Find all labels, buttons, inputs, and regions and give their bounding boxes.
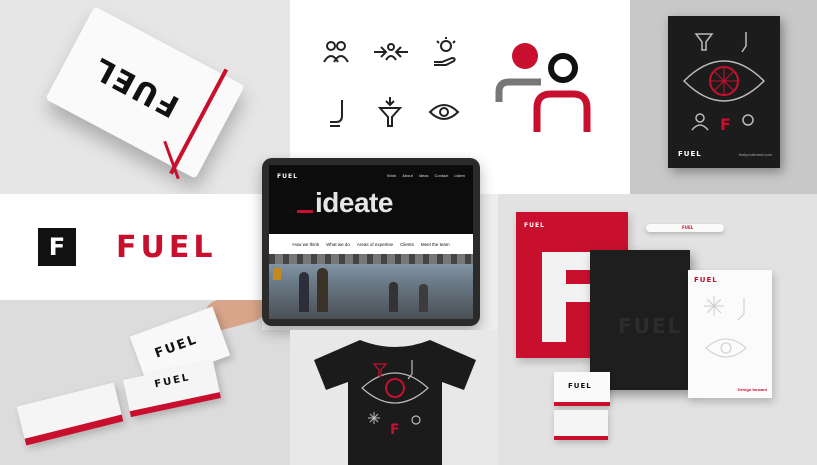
small-card-logo: FUEL (568, 382, 592, 390)
site-menu-item[interactable]: What we do (326, 242, 350, 247)
notebook: FUEL (45, 6, 245, 179)
business-card-held-logo: FUEL (152, 332, 200, 362)
site-menu: How we think What we do Areas of experti… (269, 234, 473, 254)
site-menu-item[interactable]: Meet the team (421, 242, 450, 247)
site-nav-item[interactable]: Ideas (419, 173, 429, 178)
idea-hand-icon (434, 37, 456, 66)
folder-logo: FUEL (524, 222, 545, 229)
pen: FUEL (646, 224, 724, 232)
pen-logo: FUEL (682, 225, 694, 230)
poster-tile: F FUEL fuelyourbrand.com (630, 0, 817, 194)
site-nav: Work About Ideas Contact Listen (387, 173, 465, 178)
tablet-screen: FUEL Work About Ideas Contact Listen ide… (269, 165, 473, 319)
site-nav-item[interactable]: Contact (435, 173, 449, 178)
site-menu-item[interactable]: Clients (400, 242, 414, 247)
notebook-tile: FUEL (0, 0, 290, 194)
tool-icon (330, 100, 343, 127)
business-cards-tile: FUEL FUEL (0, 300, 290, 465)
hero-accent (297, 210, 313, 213)
letterhead-footer: Design forward (737, 387, 767, 392)
funnel-icon (378, 97, 402, 127)
black-folder: FUEL (590, 250, 690, 390)
small-card-back (554, 410, 608, 440)
people-icon (323, 41, 349, 63)
svg-text:F: F (720, 115, 731, 134)
letterhead-logo: FUEL (694, 276, 718, 284)
notebook-band (169, 68, 229, 175)
letterhead-illustration (704, 296, 747, 358)
site-menu-item[interactable]: Areas of expertise (357, 242, 393, 247)
logo-mark: F (38, 228, 76, 266)
logo-mark-letter: F (48, 233, 66, 261)
people-pair-icon (495, 43, 591, 132)
brand-board: FUEL F FUEL fuelyourbrand.com F FUEL FUE… (0, 0, 817, 465)
site-logo: FUEL (277, 173, 298, 180)
site-photo (269, 254, 473, 319)
site-menu-item[interactable]: How we think (292, 242, 319, 247)
letterhead: FUEL Design forward (688, 270, 772, 398)
hero-word: ideate (315, 187, 393, 218)
stationery-tile: FUEL FUEL FUEL FUEL Design forward FUEL (498, 194, 817, 465)
eye-icon (428, 104, 460, 120)
tshirt-tile: F (290, 330, 498, 465)
notebook-cover-text: FUEL (86, 49, 186, 124)
logo-tile: F FUEL (0, 194, 262, 300)
tshirt-letter: F (390, 422, 400, 438)
site-nav-item[interactable]: Work (387, 173, 396, 178)
poster-footer: fuelyourbrand.com (738, 152, 772, 157)
black-folder-embossed-logo: FUEL (618, 314, 683, 338)
business-card-stack-2 (16, 382, 124, 446)
logo-wordmark: FUEL (116, 230, 217, 265)
business-card-stack-1: FUEL (123, 360, 221, 418)
tablet: FUEL Work About Ideas Contact Listen ide… (262, 158, 480, 326)
converge-arrows-icon (374, 43, 408, 61)
poster-logo: FUEL (678, 150, 702, 158)
poster: F FUEL fuelyourbrand.com (668, 16, 780, 168)
site-nav-item[interactable]: About (402, 173, 412, 178)
tshirt: F (314, 340, 476, 465)
site-nav-item[interactable]: Listen (454, 173, 465, 178)
poster-illustration: F (682, 32, 766, 134)
small-card: FUEL (554, 372, 610, 406)
business-card-stack-logo: FUEL (153, 372, 192, 391)
